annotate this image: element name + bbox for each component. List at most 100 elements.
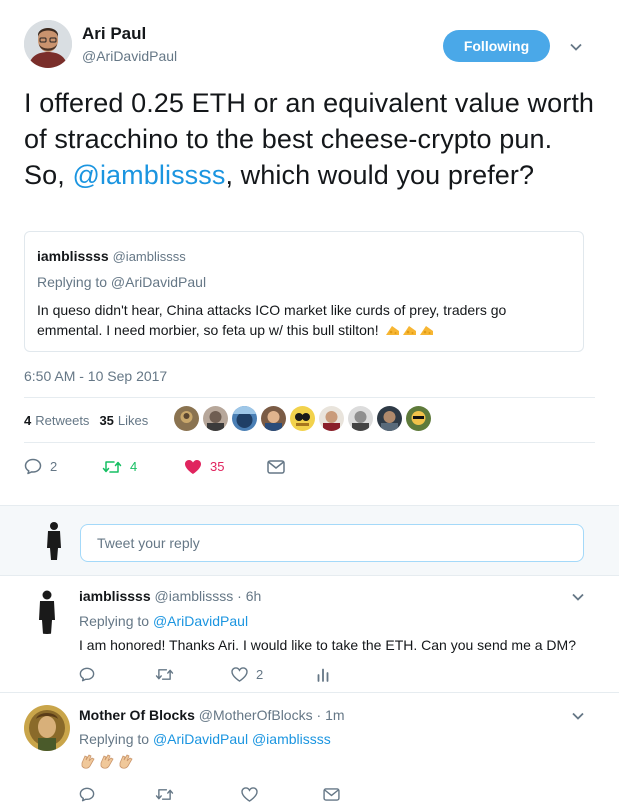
direct-message-action[interactable] [323, 788, 340, 801]
like-count: 35 [210, 459, 225, 474]
reply-replying-to: Replying to @AriDavidPaul [79, 613, 248, 629]
likes-count: 35 [99, 412, 114, 428]
liker-avatar[interactable] [348, 406, 373, 431]
envelope-icon [323, 788, 340, 801]
liker-avatar[interactable] [261, 406, 286, 431]
analytics-action[interactable] [317, 668, 329, 682]
reply-author-name[interactable]: iamblissss [79, 588, 151, 604]
cheese-emoji-icon [419, 325, 433, 335]
quoted-author-name: iamblissss [37, 248, 109, 264]
liker-avatar[interactable] [174, 406, 199, 431]
liker-avatar[interactable] [319, 406, 344, 431]
mention-link[interactable]: @iamblissss [72, 160, 225, 190]
cheese-emoji-icon [402, 325, 416, 335]
reply-count: 2 [50, 459, 58, 474]
following-button[interactable]: Following [443, 30, 550, 62]
like-count: 2 [256, 667, 264, 682]
reply-replying-to: Replying to @AriDavidPaul @iamblissss [79, 731, 331, 747]
author-avatar[interactable] [24, 20, 72, 68]
reply-time[interactable]: 6h [246, 588, 262, 604]
retweet-icon [155, 669, 174, 680]
author-name[interactable]: Ari Paul [82, 24, 146, 44]
reply-action[interactable] [79, 667, 155, 682]
reply-separator: · [233, 588, 246, 604]
retweets-stat[interactable]: 4 Retweets [24, 413, 89, 428]
retweet-action[interactable] [155, 667, 231, 682]
chevron-down-icon[interactable] [569, 40, 583, 54]
reply-icon [24, 458, 42, 475]
reply-actions: 2 [79, 667, 329, 682]
retweet-icon [102, 460, 122, 473]
reply-header: Mother Of Blocks @MotherOfBlocks · 1m [79, 707, 345, 723]
direct-message-action[interactable] [267, 459, 285, 474]
reply-author-avatar[interactable] [24, 705, 70, 751]
liker-avatar[interactable] [203, 406, 228, 431]
reply-text: I am honored! Thanks Ari. I would like t… [79, 637, 576, 653]
reply-header: iamblissss @iamblissss · 6h [79, 588, 261, 604]
retweets-label: Retweets [35, 412, 90, 428]
tweet-text: I offered 0.25 ETH or an equivalent valu… [24, 86, 599, 194]
replying-prefix: Replying to [79, 731, 153, 747]
liker-avatar[interactable] [290, 406, 315, 431]
reply-author-name[interactable]: Mother Of Blocks [79, 707, 195, 723]
quoted-tweet-header: iamblissss @iamblissss [37, 248, 571, 266]
reply-action[interactable]: 2 [24, 458, 102, 475]
main-tweet-actions: 2 4 35 [24, 458, 285, 475]
reply-input[interactable]: Tweet your reply [80, 524, 584, 562]
retweet-icon [155, 789, 174, 800]
reply-action[interactable] [79, 787, 155, 802]
retweets-count: 4 [24, 412, 32, 428]
liker-avatar[interactable] [377, 406, 402, 431]
quoted-tweet[interactable]: iamblissss @iamblissss Replying to @AriDa… [24, 231, 584, 352]
heart-outline-icon [241, 787, 258, 802]
reply-separator: · [312, 707, 326, 723]
reply-icon [79, 787, 95, 802]
reply-tweet[interactable]: iamblissss @iamblissss · 6h Replying to … [0, 577, 619, 692]
author-handle[interactable]: @AriDavidPaul [82, 48, 177, 64]
reply-icon [79, 667, 95, 682]
reply-emoji-row [79, 753, 134, 770]
like-action[interactable]: 35 [184, 459, 267, 475]
envelope-icon [267, 459, 285, 474]
retweet-action[interactable] [155, 787, 241, 802]
like-action[interactable]: 2 [231, 667, 317, 682]
tweet-timestamp[interactable]: 6:50 AM - 10 Sep 2017 [24, 368, 167, 384]
quoted-author-handle: @iamblissss [112, 249, 186, 264]
clapping-hands-icon [81, 754, 95, 769]
heart-icon [185, 459, 201, 474]
replying-to-link[interactable]: @AriDavidPaul @iamblissss [153, 731, 331, 747]
replying-prefix: Replying to [79, 613, 153, 629]
reply-author-handle[interactable]: @iamblissss [155, 588, 234, 604]
liker-avatar[interactable] [232, 406, 257, 431]
tweet-text-part: , which would you prefer? [225, 159, 535, 190]
reply-time[interactable]: 1m [325, 707, 344, 723]
quoted-replying-to: Replying to @AriDavidPaul [37, 274, 207, 290]
chevron-down-icon[interactable] [571, 709, 585, 723]
engagement-stats: 4 Retweets 35 Likes [24, 405, 158, 435]
replying-to-link[interactable]: @AriDavidPaul [153, 613, 248, 629]
retweet-action[interactable]: 4 [102, 459, 184, 475]
retweet-count: 4 [130, 459, 138, 474]
reply-author-avatar[interactable] [24, 588, 70, 634]
heart-outline-icon [231, 667, 248, 682]
quoted-tweet-text: In queso didn't hear, China attacks ICO … [37, 301, 571, 341]
reply-compose-bar: Tweet your reply [0, 505, 619, 576]
likes-label: Likes [117, 412, 149, 428]
liker-avatars [174, 406, 431, 431]
reply-tweet[interactable]: Mother Of Blocks @MotherOfBlocks · 1m Re… [0, 693, 619, 810]
reply-author-handle[interactable]: @MotherOfBlocks [199, 707, 313, 723]
divider [24, 397, 595, 398]
like-action[interactable] [241, 787, 323, 802]
main-tweet: Ari Paul @AriDavidPaul Following I offer… [0, 0, 619, 505]
likes-stat[interactable]: 35 Likes [99, 413, 148, 428]
cheese-emoji-icon [385, 325, 399, 335]
quoted-text-body: In queso didn't hear, China attacks ICO … [37, 302, 507, 338]
clapping-hands-icon [119, 754, 133, 769]
divider [24, 442, 595, 443]
reply-actions [79, 787, 340, 802]
liker-avatar[interactable] [406, 406, 431, 431]
user-avatar [38, 520, 70, 560]
chevron-down-icon[interactable] [571, 590, 585, 604]
clapping-hands-icon [100, 754, 114, 769]
analytics-icon [317, 668, 329, 682]
